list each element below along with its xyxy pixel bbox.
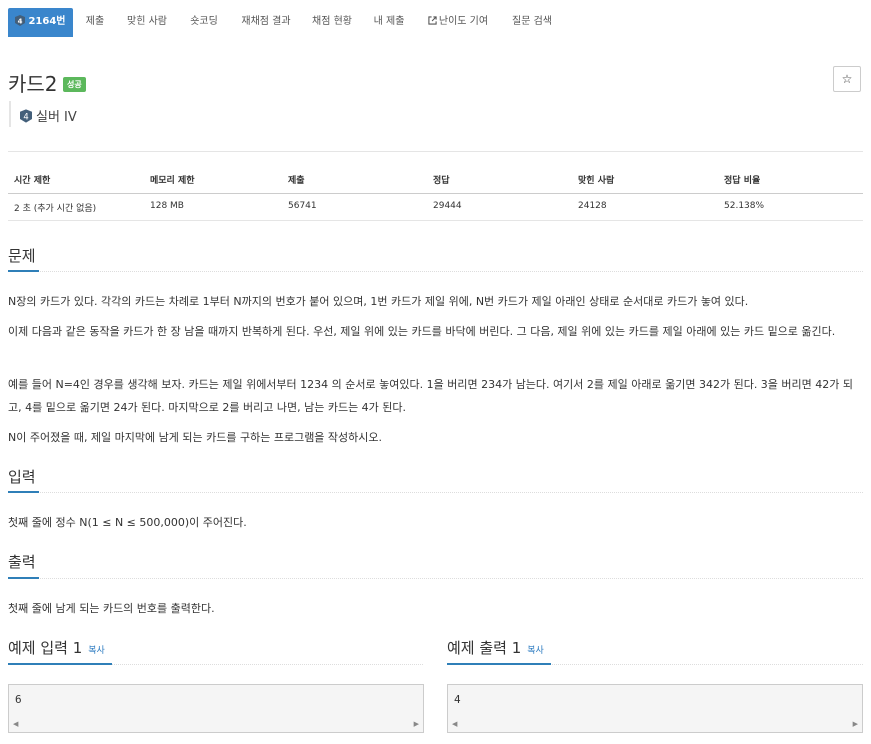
section-underline [447,663,551,665]
tab-problem-label: 2164번 [28,16,66,27]
tab-rejudge[interactable]: 재채점 결과 [236,8,296,37]
output-heading: 출력 [8,553,36,571]
tier-badge-icon: 4 [20,109,32,123]
stat-header-memory: 메모리 제한 [150,176,195,186]
section-underline [8,270,39,272]
external-link-icon [428,16,437,25]
copy-input-button[interactable]: 복사 [88,646,105,656]
stat-memory-value: 128 MB [150,201,184,211]
example-output-title: 예제 출력 1 [447,639,522,657]
tab-difficulty[interactable]: 난이도 기여 [422,8,494,37]
tier-badge-icon: 4 [15,15,26,26]
stat-header-ratio: 정답 비율 [724,176,761,186]
table-divider [8,220,863,221]
scroll-right-icon[interactable]: ▶ [853,720,858,728]
tab-my-submissions[interactable]: 내 제출 [368,8,410,37]
stat-header-time: 시간 제한 [14,176,51,186]
copy-output-button[interactable]: 복사 [527,646,544,656]
problem-paragraph: 이제 다음과 같은 동작을 카드가 한 장 남을 때까지 반복하게 된다. 우선… [8,325,836,338]
tier-divider [9,101,11,127]
star-button[interactable]: ☆ [833,66,861,92]
section-underline [8,491,39,493]
input-description: 첫째 줄에 정수 N(1 ≤ N ≤ 500,000)이 주어진다. [8,516,247,529]
stat-submissions-value: 56741 [288,201,317,211]
example-output-value: 4 [454,693,461,706]
stat-header-solvers: 맞힌 사람 [578,176,615,186]
tab-problem[interactable]: 4 2164번 [8,8,73,37]
tier-text: 실버 IV [36,110,77,125]
example-input-title: 예제 입력 1 [8,639,83,657]
divider [8,151,863,152]
tab-difficulty-label: 난이도 기여 [438,16,489,27]
input-heading: 입력 [8,468,36,486]
problem-nav: 4 2164번 제출 맞힌 사람 숏코딩 재채점 결과 채점 현황 내 제출 난… [0,0,871,37]
example-input-heading: 예제 입력 1 복사 [8,637,105,658]
stat-ratio-value: 52.138% [724,201,765,211]
section-divider [8,271,863,272]
section-divider [8,492,863,493]
tab-status[interactable]: 채점 현황 [308,8,356,37]
stat-solvers-value: 24128 [578,201,607,211]
status-badge: 성공 [63,77,86,92]
scroll-left-icon[interactable]: ◀ [452,720,457,728]
example-input-value: 6 [15,693,22,706]
section-divider [8,578,863,579]
star-icon: ☆ [841,72,853,86]
problem-heading: 문제 [8,247,36,265]
tier-label[interactable]: 4 실버 IV [20,106,77,125]
example-output-box[interactable]: 4 ◀ ▶ [447,684,863,733]
svg-text:4: 4 [18,17,23,25]
stat-header-submissions: 제출 [288,176,305,186]
page-title: 카드2 [8,72,58,96]
example-output-heading: 예제 출력 1 복사 [447,637,544,658]
tab-short-coding[interactable]: 숏코딩 [184,8,224,37]
stat-time-value: 2 초 (추가 시간 없음) [14,204,97,214]
tab-submit[interactable]: 제출 [80,8,110,37]
svg-text:4: 4 [23,111,28,121]
output-description: 첫째 줄에 남게 되는 카드의 번호를 출력한다. [8,602,215,615]
problem-paragraph: 예를 들어 N=4인 경우를 생각해 보자. 카드는 제일 위에서부터 1234… [8,378,854,414]
section-underline [8,663,112,665]
stat-header-accepted: 정답 [433,176,450,186]
tab-questions[interactable]: 질문 검색 [506,8,558,37]
example-input-box[interactable]: 6 ◀ ▶ [8,684,424,733]
problem-paragraph: N장의 카드가 있다. 각각의 카드는 차례로 1부터 N까지의 번호가 붙어 … [8,295,749,308]
table-header-divider [8,193,863,194]
problem-paragraph: N이 주어졌을 때, 제일 마지막에 남게 되는 카드를 구하는 프로그램을 작… [8,431,383,444]
scroll-left-icon[interactable]: ◀ [13,720,18,728]
section-underline [8,577,39,579]
stat-accepted-value: 29444 [433,201,462,211]
scroll-right-icon[interactable]: ▶ [414,720,419,728]
tab-solvers[interactable]: 맞힌 사람 [122,8,172,37]
